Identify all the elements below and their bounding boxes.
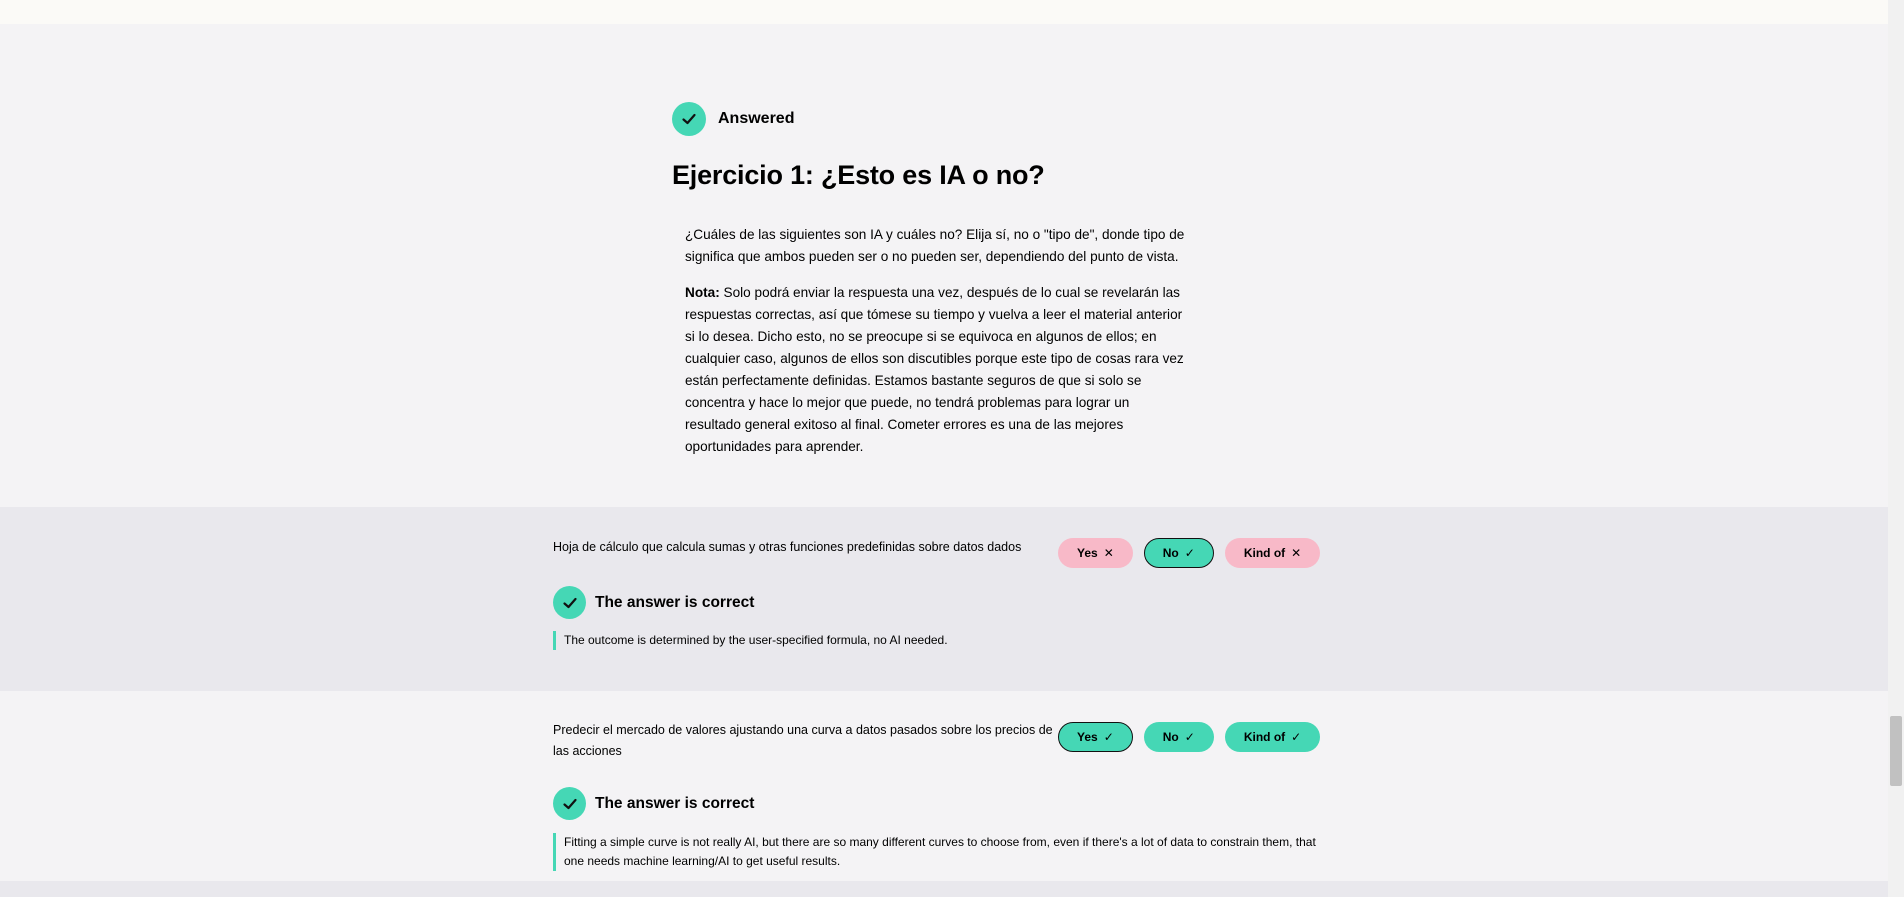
- scrollbar-thumb[interactable]: [1890, 716, 1902, 786]
- answer-explanation: The outcome is determined by the user-sp…: [553, 631, 1323, 650]
- note-label: Nota:: [685, 285, 720, 300]
- note-text: Solo podrá enviar la respuesta una vez, …: [685, 285, 1184, 454]
- choice-yes[interactable]: Yes ✓: [1058, 722, 1133, 752]
- note-paragraph: Nota: Solo podrá enviar la respuesta una…: [685, 282, 1185, 458]
- answer-choices: Yes ✕ No ✓ Kind of ✕: [1058, 538, 1321, 568]
- choice-label: Yes: [1077, 730, 1098, 744]
- intro-paragraph: ¿Cuáles de las siguientes son IA y cuále…: [685, 227, 1185, 264]
- choice-label: Kind of: [1243, 546, 1286, 560]
- result-label: The answer is correct: [595, 794, 755, 812]
- status-label: Answered: [718, 110, 795, 127]
- cross-icon: ✕: [1103, 546, 1114, 560]
- check-icon: [553, 586, 586, 619]
- question-text: Hoja de cálculo que calcula sumas y otra…: [553, 540, 1022, 554]
- choice-kind-of[interactable]: Kind of ✓: [1224, 722, 1321, 752]
- check-icon: [672, 102, 706, 136]
- exercise-intro: ¿Cuáles de las siguientes son IA y cuále…: [685, 224, 1185, 472]
- result-label: The answer is correct: [595, 593, 755, 611]
- top-header-strip: [0, 0, 1888, 24]
- choice-no[interactable]: No ✓: [1143, 722, 1214, 752]
- question-block: Hoja de cálculo que calcula sumas y otra…: [0, 507, 1888, 691]
- choice-no[interactable]: No ✓: [1143, 538, 1214, 568]
- cross-icon: ✕: [1291, 546, 1302, 560]
- exercise-title: Ejercicio 1: ¿Esto es IA o no?: [672, 160, 1045, 190]
- check-icon: ✓: [1291, 730, 1302, 744]
- question-block: Predecir el mercado de valores ajustando…: [0, 691, 1888, 881]
- answered-status: Answered: [672, 102, 794, 136]
- choice-label: Yes: [1077, 546, 1098, 560]
- check-icon: ✓: [1184, 546, 1195, 560]
- result-row: The answer is correct: [553, 586, 754, 619]
- choice-yes[interactable]: Yes ✕: [1058, 538, 1133, 568]
- choice-label: Kind of: [1243, 730, 1286, 744]
- answer-choices: Yes ✓ No ✓ Kind of ✓: [1058, 722, 1321, 752]
- page-scrollbar[interactable]: [1888, 0, 1904, 897]
- result-row: The answer is correct: [553, 787, 754, 820]
- next-question-block: [0, 881, 1888, 897]
- choice-label: No: [1162, 546, 1179, 560]
- answer-explanation: Fitting a simple curve is not really AI,…: [553, 833, 1323, 871]
- check-icon: ✓: [1103, 730, 1114, 744]
- check-icon: [553, 787, 586, 820]
- choice-kind-of[interactable]: Kind of ✕: [1224, 538, 1321, 568]
- check-icon: ✓: [1184, 730, 1195, 744]
- question-text: Predecir el mercado de valores ajustando…: [553, 723, 1053, 758]
- choice-label: No: [1162, 730, 1179, 744]
